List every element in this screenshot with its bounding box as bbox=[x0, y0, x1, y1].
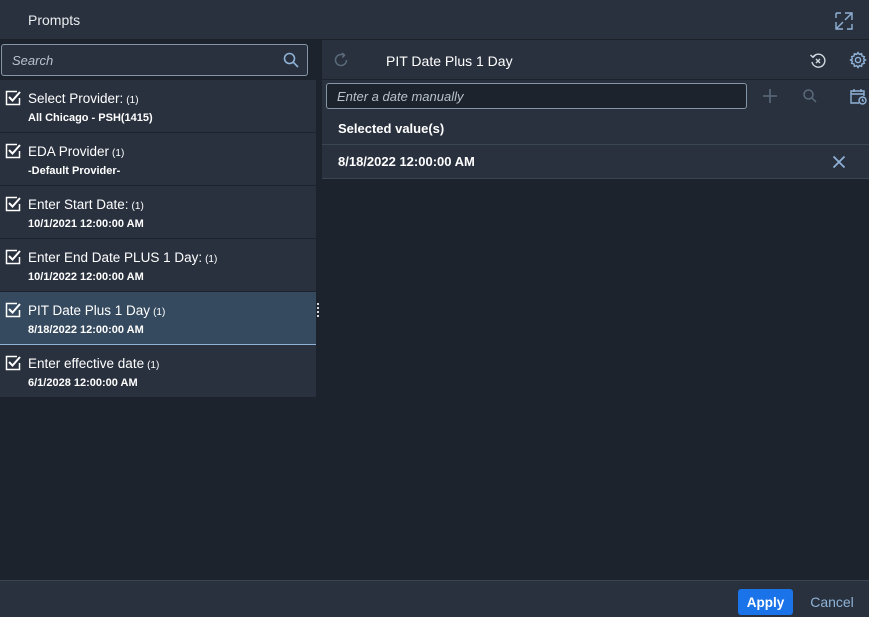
dialog-title: Prompts bbox=[28, 12, 81, 28]
prompt-detail-panel: PIT Date Plus 1 Day Selected value(s) bbox=[322, 40, 869, 580]
apply-button[interactable]: Apply bbox=[738, 589, 793, 615]
prompt-label: Select Provider: bbox=[28, 91, 124, 106]
prompt-value: 8/18/2022 12:00:00 AM bbox=[28, 324, 144, 336]
dialog-header: Prompts bbox=[0, 0, 869, 40]
refresh-icon[interactable] bbox=[333, 52, 349, 68]
prompt-label: Enter End Date PLUS 1 Day: bbox=[28, 250, 203, 265]
prompt-value: 6/1/2028 12:00:00 AM bbox=[28, 377, 138, 389]
checkbox-checked-icon bbox=[5, 302, 21, 318]
prompt-item-eda-provider[interactable]: EDA Provider (1) -Default Provider- bbox=[0, 133, 316, 186]
prompt-label: PIT Date Plus 1 Day bbox=[28, 303, 151, 318]
prompt-list: Select Provider: (1) All Chicago - PSH(14… bbox=[0, 80, 316, 398]
search-icon[interactable] bbox=[283, 52, 299, 68]
selected-values-header: Selected value(s) bbox=[322, 112, 869, 145]
prompt-label: EDA Provider bbox=[28, 144, 110, 159]
detail-title: PIT Date Plus 1 Day bbox=[386, 53, 513, 69]
prompt-value: All Chicago - PSH(1415) bbox=[28, 112, 153, 124]
date-entry-row bbox=[322, 80, 869, 112]
prompt-item-effective-date[interactable]: Enter effective date (1) 6/1/2028 12:00:0… bbox=[0, 345, 316, 398]
prompt-value: 10/1/2022 12:00:00 AM bbox=[28, 271, 144, 283]
date-input[interactable] bbox=[326, 83, 747, 109]
checkbox-checked-icon bbox=[5, 90, 21, 106]
search-field[interactable] bbox=[1, 44, 308, 76]
prompt-label: Enter effective date bbox=[28, 356, 145, 371]
prompt-count: (1) bbox=[147, 360, 160, 371]
checkbox-checked-icon bbox=[5, 355, 21, 371]
cancel-button[interactable]: Cancel bbox=[804, 589, 860, 615]
prompt-value: -Default Provider- bbox=[28, 165, 121, 177]
prompt-count: (1) bbox=[126, 95, 139, 106]
checkbox-checked-icon bbox=[5, 249, 21, 265]
prompt-count: (1) bbox=[205, 254, 218, 265]
selected-value: 8/18/2022 12:00:00 AM bbox=[338, 154, 475, 169]
checkbox-checked-icon bbox=[5, 143, 21, 159]
selected-values-label: Selected value(s) bbox=[338, 121, 445, 136]
checkbox-checked-icon bbox=[5, 196, 21, 212]
calendar-icon[interactable] bbox=[849, 87, 867, 105]
prompt-label: Enter Start Date: bbox=[28, 197, 129, 212]
selected-value-row: 8/18/2022 12:00:00 AM bbox=[322, 145, 869, 179]
prompt-item-pit-date[interactable]: PIT Date Plus 1 Day (1) 8/18/2022 12:00:0… bbox=[0, 292, 316, 345]
detail-toolbar: PIT Date Plus 1 Day bbox=[322, 40, 869, 80]
close-icon[interactable] bbox=[832, 155, 846, 169]
gear-icon[interactable] bbox=[849, 51, 867, 69]
search-icon[interactable] bbox=[802, 88, 818, 104]
prompt-count: (1) bbox=[153, 307, 166, 318]
add-icon[interactable] bbox=[762, 88, 778, 104]
prompt-count: (1) bbox=[131, 201, 144, 212]
prompt-list-panel: Select Provider:(1) All Chicago - PSH(14… bbox=[0, 40, 316, 580]
search-input[interactable] bbox=[2, 45, 272, 75]
reset-icon[interactable] bbox=[809, 52, 827, 70]
prompt-item-select-provider[interactable]: Select Provider: (1) All Chicago - PSH(14… bbox=[0, 80, 316, 133]
prompt-value: 10/1/2021 12:00:00 AM bbox=[28, 218, 144, 230]
prompt-count: (1) bbox=[112, 148, 125, 159]
splitter-grip-icon[interactable] bbox=[317, 303, 320, 319]
dialog-footer: Apply Cancel bbox=[0, 580, 869, 617]
expand-icon[interactable] bbox=[834, 11, 854, 31]
prompt-item-end-date[interactable]: Enter End Date PLUS 1 Day: (1) 10/1/2022 … bbox=[0, 239, 316, 292]
prompt-item-start-date[interactable]: Enter Start Date: (1) 10/1/2021 12:00:00 … bbox=[0, 186, 316, 239]
